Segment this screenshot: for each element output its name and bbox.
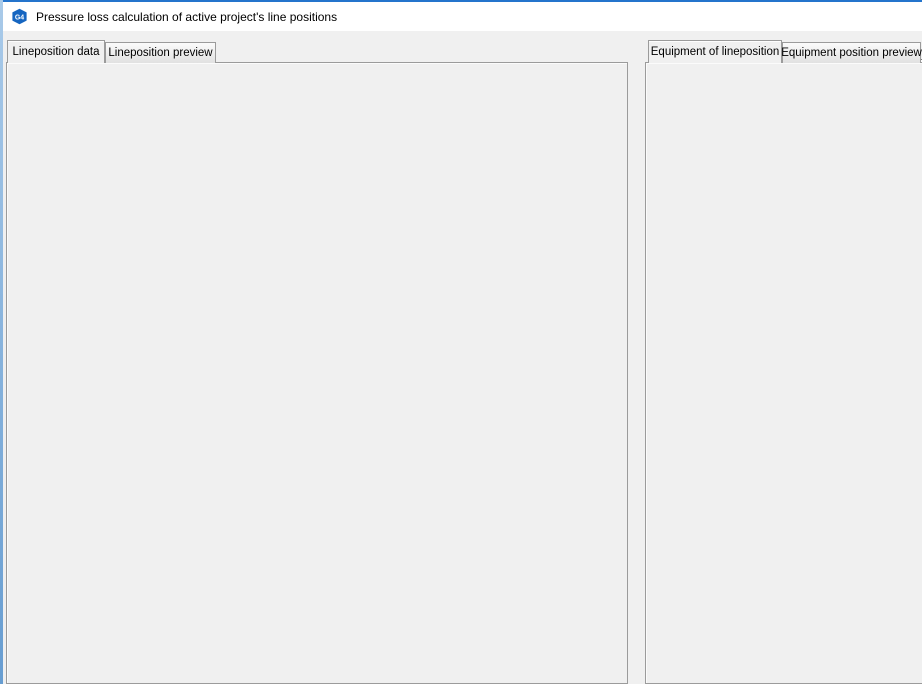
- lineposition-data-page: [6, 62, 628, 684]
- tab-lineposition-preview[interactable]: Lineposition preview: [105, 42, 216, 63]
- tab-label: Lineposition data: [13, 46, 100, 58]
- app-window: G4 Pressure loss calculation of active p…: [0, 0, 922, 684]
- tab-lineposition-data[interactable]: Lineposition data: [7, 40, 105, 63]
- svg-text:G4: G4: [15, 14, 24, 21]
- tab-label: Lineposition preview: [108, 47, 212, 59]
- tab-equipment-position-preview[interactable]: Equipment position preview: [782, 42, 921, 63]
- equipment-page: [645, 62, 922, 684]
- window-title: Pressure loss calculation of active proj…: [36, 10, 337, 24]
- window-border-left: [0, 0, 3, 684]
- app-icon: G4: [11, 8, 28, 25]
- tab-equipment-of-lineposition[interactable]: Equipment of lineposition: [648, 40, 782, 63]
- tab-label: Equipment position preview: [781, 47, 922, 59]
- title-bar: G4 Pressure loss calculation of active p…: [3, 2, 922, 31]
- tab-label: Equipment of lineposition: [651, 46, 780, 58]
